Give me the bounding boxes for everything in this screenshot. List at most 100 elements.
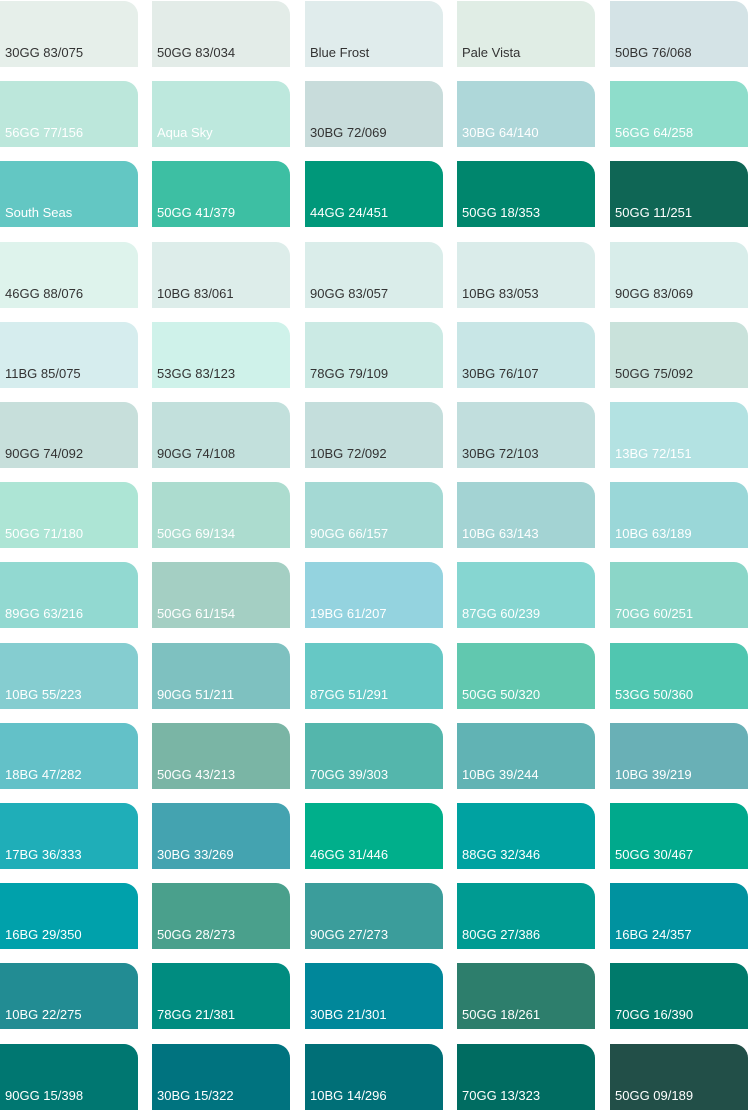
color-swatch[interactable]: 10BG 63/143 [457,482,595,548]
color-swatch[interactable]: 30BG 15/322 [152,1044,290,1110]
color-swatch[interactable]: 10BG 22/275 [0,963,138,1029]
color-swatch[interactable]: 53GG 83/123 [152,322,290,388]
color-swatch[interactable]: 30GG 83/075 [0,1,138,67]
color-swatch[interactable]: 70GG 39/303 [305,723,443,789]
color-swatch[interactable]: 30BG 33/269 [152,803,290,869]
color-swatch[interactable]: 19BG 61/207 [305,562,443,628]
color-swatch[interactable]: 87GG 60/239 [457,562,595,628]
color-swatch[interactable]: 50BG 76/068 [610,1,748,67]
color-swatch[interactable]: 17BG 36/333 [0,803,138,869]
color-swatch[interactable]: 53GG 50/360 [610,643,748,709]
color-swatch[interactable]: 50GG 18/353 [457,161,595,227]
color-swatch[interactable]: 56GG 77/156 [0,81,138,147]
swatch-label: 30BG 15/322 [157,1088,234,1103]
swatch-label: 90GG 83/057 [310,286,389,301]
swatch-label: 50GG 41/379 [157,205,236,220]
color-swatch[interactable]: 50GG 75/092 [610,322,748,388]
color-swatch[interactable]: 10BG 14/296 [305,1044,443,1110]
color-swatch[interactable]: 30BG 72/069 [305,81,443,147]
color-swatch[interactable]: 90GG 15/398 [0,1044,138,1110]
swatch-label: 50BG 76/068 [615,45,692,60]
swatch-label: 90GG 74/092 [5,446,84,461]
color-swatch[interactable]: 70GG 60/251 [610,562,748,628]
swatch-label: 30BG 76/107 [462,366,539,381]
swatch-label: 80GG 27/386 [462,927,541,942]
color-swatch[interactable]: 90GG 27/273 [305,883,443,949]
swatch-label: 18BG 47/282 [5,767,82,782]
color-swatch[interactable]: 18BG 47/282 [0,723,138,789]
color-swatch[interactable]: 46GG 31/446 [305,803,443,869]
swatch-label: 78GG 21/381 [157,1007,236,1022]
color-swatch[interactable]: 10BG 83/053 [457,242,595,308]
color-swatch[interactable]: 90GG 66/157 [305,482,443,548]
color-swatch[interactable]: South Seas [0,161,138,227]
color-swatch[interactable]: 10BG 55/223 [0,643,138,709]
color-swatch[interactable]: Aqua Sky [152,81,290,147]
color-swatch[interactable]: 70GG 13/323 [457,1044,595,1110]
swatch-label: 46GG 88/076 [5,286,84,301]
color-swatch[interactable]: 90GG 83/057 [305,242,443,308]
color-swatch[interactable]: 90GG 83/069 [610,242,748,308]
color-swatch[interactable]: 50GG 43/213 [152,723,290,789]
color-swatch[interactable]: 70GG 16/390 [610,963,748,1029]
color-swatch[interactable]: Blue Frost [305,1,443,67]
swatch-label: 70GG 60/251 [615,606,694,621]
color-swatch[interactable]: 30BG 21/301 [305,963,443,1029]
color-swatch-grid: 30GG 83/075 50GG 83/034 Blue Frost Pale Vis… [0,0,750,1110]
color-swatch[interactable]: 50GG 11/251 [610,161,748,227]
color-swatch[interactable]: 78GG 79/109 [305,322,443,388]
color-swatch[interactable]: 90GG 74/108 [152,402,290,468]
color-swatch[interactable]: 10BG 39/244 [457,723,595,789]
color-swatch[interactable]: 78GG 21/381 [152,963,290,1029]
swatch-label: 70GG 13/323 [462,1088,541,1103]
swatch-label: Pale Vista [462,45,521,60]
color-swatch[interactable]: 50GG 69/134 [152,482,290,548]
color-swatch[interactable]: 80GG 27/386 [457,883,595,949]
swatch-label: 10BG 63/189 [615,526,692,541]
swatch-label: 90GG 15/398 [5,1088,84,1103]
color-swatch[interactable]: 10BG 39/219 [610,723,748,789]
color-swatch[interactable]: 46GG 88/076 [0,242,138,308]
swatch-label: 10BG 83/053 [462,286,539,301]
color-swatch[interactable]: 88GG 32/346 [457,803,595,869]
color-swatch[interactable]: 13BG 72/151 [610,402,748,468]
color-swatch[interactable]: 11BG 85/075 [0,322,138,388]
color-swatch[interactable]: 56GG 64/258 [610,81,748,147]
color-swatch[interactable]: 50GG 61/154 [152,562,290,628]
swatch-label: 10BG 83/061 [157,286,234,301]
swatch-label: 50GG 11/251 [615,205,693,220]
swatch-label: 90GG 51/211 [157,687,235,702]
swatch-label: 44GG 24/451 [310,205,389,220]
color-swatch[interactable]: 10BG 63/189 [610,482,748,548]
color-swatch[interactable]: 87GG 51/291 [305,643,443,709]
swatch-label: 10BG 72/092 [310,446,387,461]
swatch-label: 50GG 28/273 [157,927,236,942]
color-swatch[interactable]: 89GG 63/216 [0,562,138,628]
color-swatch[interactable]: 50GG 50/320 [457,643,595,709]
color-swatch[interactable]: 30BG 76/107 [457,322,595,388]
color-swatch[interactable]: 50GG 09/189 [610,1044,748,1110]
color-swatch[interactable]: 50GG 18/261 [457,963,595,1029]
color-swatch[interactable]: 50GG 30/467 [610,803,748,869]
swatch-label: 30BG 21/301 [310,1007,387,1022]
swatch-label: 30BG 33/269 [157,847,234,862]
color-swatch[interactable]: 50GG 83/034 [152,1,290,67]
color-swatch[interactable]: 10BG 72/092 [305,402,443,468]
color-swatch[interactable]: 16BG 24/357 [610,883,748,949]
color-swatch[interactable]: 10BG 83/061 [152,242,290,308]
color-swatch[interactable]: 16BG 29/350 [0,883,138,949]
swatch-label: 10BG 63/143 [462,526,539,541]
color-swatch[interactable]: Pale Vista [457,1,595,67]
swatch-label: 10BG 22/275 [5,1007,82,1022]
color-swatch[interactable]: 44GG 24/451 [305,161,443,227]
color-swatch[interactable]: 50GG 28/273 [152,883,290,949]
color-swatch[interactable]: 30BG 72/103 [457,402,595,468]
color-swatch[interactable]: 30BG 64/140 [457,81,595,147]
color-swatch[interactable]: 50GG 41/379 [152,161,290,227]
color-swatch[interactable]: 90GG 51/211 [152,643,290,709]
swatch-label: 50GG 09/189 [615,1088,694,1103]
swatch-label: 70GG 16/390 [615,1007,694,1022]
color-swatch[interactable]: 90GG 74/092 [0,402,138,468]
color-swatch[interactable]: 50GG 71/180 [0,482,138,548]
swatch-label: 50GG 83/034 [157,45,236,60]
